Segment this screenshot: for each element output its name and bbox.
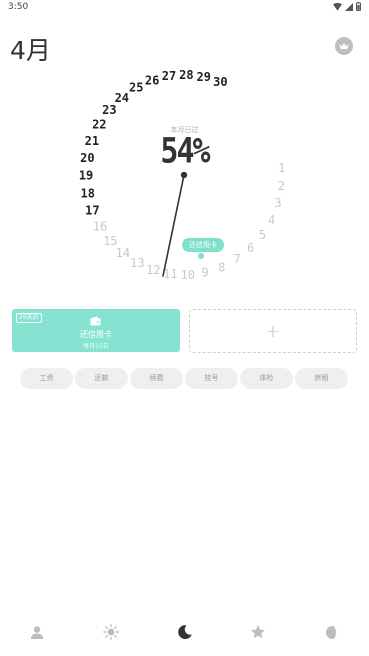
month-percent: 54% [160,131,210,172]
reminder-title: 还信用卡 [80,330,112,339]
dial-day-9: 9 [201,266,208,280]
repay-marker-dot [198,253,204,259]
dial-day-13: 13 [130,256,144,270]
chip-rent[interactable]: 房租 [295,368,348,389]
dial-hub [180,171,188,179]
dial-svg: 1234567891011121314151617181920212223242… [79,68,286,282]
dial-day-25: 25 [129,81,143,95]
dial-day-8: 8 [218,260,225,274]
dial-day-30: 30 [213,75,227,89]
wifi-icon [333,2,342,11]
nav-profile[interactable] [27,622,47,642]
dial-day-12: 12 [146,263,160,277]
dial-day-29: 29 [196,70,210,84]
wallet-icon [90,316,101,326]
dial-day-27: 27 [162,69,176,83]
dial-day-17: 17 [85,204,99,218]
dial-day-23: 23 [102,103,116,117]
reminder-subtitle: 每月15日 [83,343,109,350]
chip-checkup[interactable]: 体检 [240,368,293,389]
status-bar: 3:50 [0,0,369,16]
dial-day-16: 16 [93,220,107,234]
dial-day-2: 2 [278,179,285,193]
repay-marker-tag[interactable]: 还信用卡 [182,238,224,252]
dial-needle [162,174,185,277]
nav-day[interactable] [101,622,121,642]
quick-tags: 工资 还款 续费 挂号 体检 房租 [20,368,350,389]
battery-icon [356,2,361,11]
dial-day-28: 28 [179,68,193,82]
dial-day-10: 10 [181,268,195,282]
dial-day-15: 15 [103,234,117,248]
signal-icon [345,2,353,11]
status-icons [333,2,361,11]
dial-day-18: 18 [80,186,94,200]
nav-theme[interactable] [322,622,342,642]
dial-day-14: 14 [116,246,130,260]
dial-day-7: 7 [233,252,240,266]
moon-icon [178,625,192,640]
chip-salary[interactable]: 工资 [20,368,73,389]
chip-renewal[interactable]: 续费 [130,368,183,389]
dial-day-6: 6 [247,241,254,255]
add-label: + [265,320,281,342]
crown-icon [339,42,349,49]
chip-appointment[interactable]: 挂号 [185,368,238,389]
add-reminder-button[interactable]: + [189,309,357,353]
vip-button[interactable] [335,37,353,55]
person-icon [31,626,43,639]
bottom-nav [0,618,369,646]
nav-month[interactable] [175,622,195,642]
dial-day-4: 4 [268,213,275,227]
reminder-card[interactable]: 29天后 还信用卡 每月15日 [12,309,180,352]
sun-icon [103,624,119,640]
days-left-badge: 29天后 [16,313,42,323]
star-icon [251,625,265,639]
dial-day-24: 24 [115,91,129,105]
theme-icon [325,625,339,639]
dial-day-26: 26 [145,74,159,88]
chip-repayment[interactable]: 还款 [75,368,128,389]
nav-favorites[interactable] [248,622,268,642]
status-time: 3:50 [8,2,29,12]
dial-day-11: 11 [163,267,177,281]
dial-day-5: 5 [259,228,266,242]
dial-day-3: 3 [274,196,281,210]
